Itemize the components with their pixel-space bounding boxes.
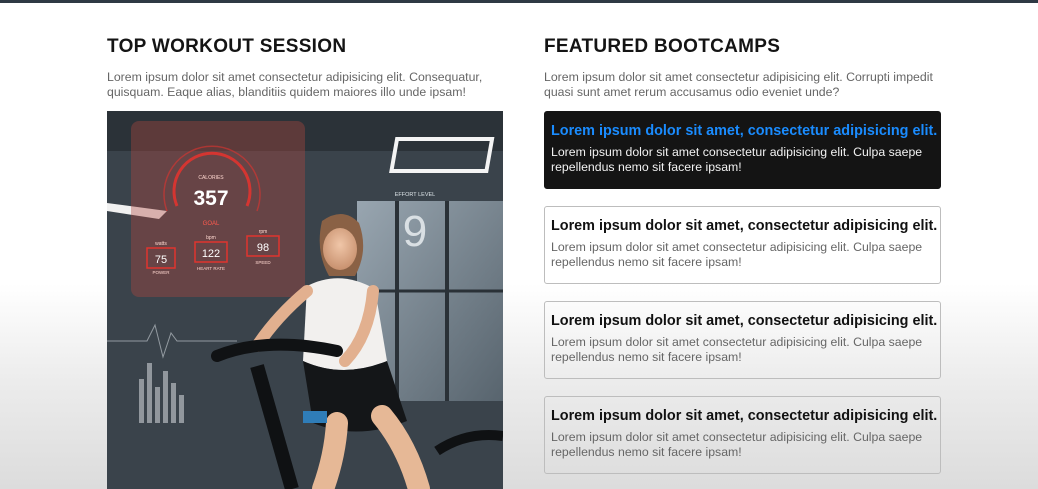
featured-bootcamps-section: FEATURED BOOTCAMPS Lorem ipsum dolor sit… (544, 36, 941, 100)
bootcamp-card-text: Lorem ipsum dolor sit amet consectetur a… (551, 240, 923, 269)
top-accent-bar (0, 0, 1038, 3)
section-intro: Lorem ipsum dolor sit amet consectetur a… (544, 70, 933, 99)
bootcamp-card-title: Lorem ipsum dolor sit amet, consectetur … (551, 123, 938, 139)
hud-speed-unit: rpm (259, 229, 268, 235)
bootcamp-card-text: Lorem ipsum dolor sit amet consectetur a… (551, 335, 923, 364)
bootcamp-card[interactable]: Lorem ipsum dolor sit amet, consectetur … (544, 301, 941, 379)
bootcamp-card-title: Lorem ipsum dolor sit amet, consectetur … (551, 313, 938, 329)
section-title: FEATURED BOOTCAMPS (544, 36, 781, 57)
hud-power-value: 75 (155, 254, 167, 266)
hud-calories-label: CALORIES (198, 175, 224, 181)
hud-goal-label: GOAL (203, 221, 220, 227)
hud-heart-value: 122 (202, 248, 220, 260)
hud-speed-value: 98 (257, 242, 269, 254)
bootcamp-card-text: Lorem ipsum dolor sit amet consectetur a… (551, 145, 923, 174)
bootcamp-card-title: Lorem ipsum dolor sit amet, consectetur … (551, 408, 938, 424)
hud-power-unit: watts (155, 241, 167, 247)
hud-heart-label: HEART RATE (197, 266, 225, 271)
bootcamp-card-text: Lorem ipsum dolor sit amet consectetur a… (551, 430, 923, 459)
hud-heart-unit: bpm (206, 235, 216, 241)
hud-speed-label: SPEED (255, 260, 271, 265)
hud-effort-value: 9 (403, 207, 427, 256)
hud-effort-label: EFFORT LEVEL (395, 192, 435, 198)
bootcamp-card-title: Lorem ipsum dolor sit amet, consectetur … (551, 218, 938, 234)
bootcamp-card-active[interactable]: Lorem ipsum dolor sit amet, consectetur … (544, 111, 941, 189)
bootcamp-card[interactable]: Lorem ipsum dolor sit amet, consectetur … (544, 206, 941, 284)
hud-calories-value: 357 (193, 187, 228, 210)
section-title: TOP WORKOUT SESSION (107, 36, 347, 57)
bootcamp-card[interactable]: Lorem ipsum dolor sit amet, consectetur … (544, 396, 941, 474)
workout-image: CALORIES 357 GOAL watts 75 POWER bpm 122… (107, 111, 503, 489)
hud-power-label: POWER (152, 270, 170, 275)
section-intro: Lorem ipsum dolor sit amet consectetur a… (107, 70, 483, 99)
top-workout-section: TOP WORKOUT SESSION Lorem ipsum dolor si… (107, 36, 503, 100)
